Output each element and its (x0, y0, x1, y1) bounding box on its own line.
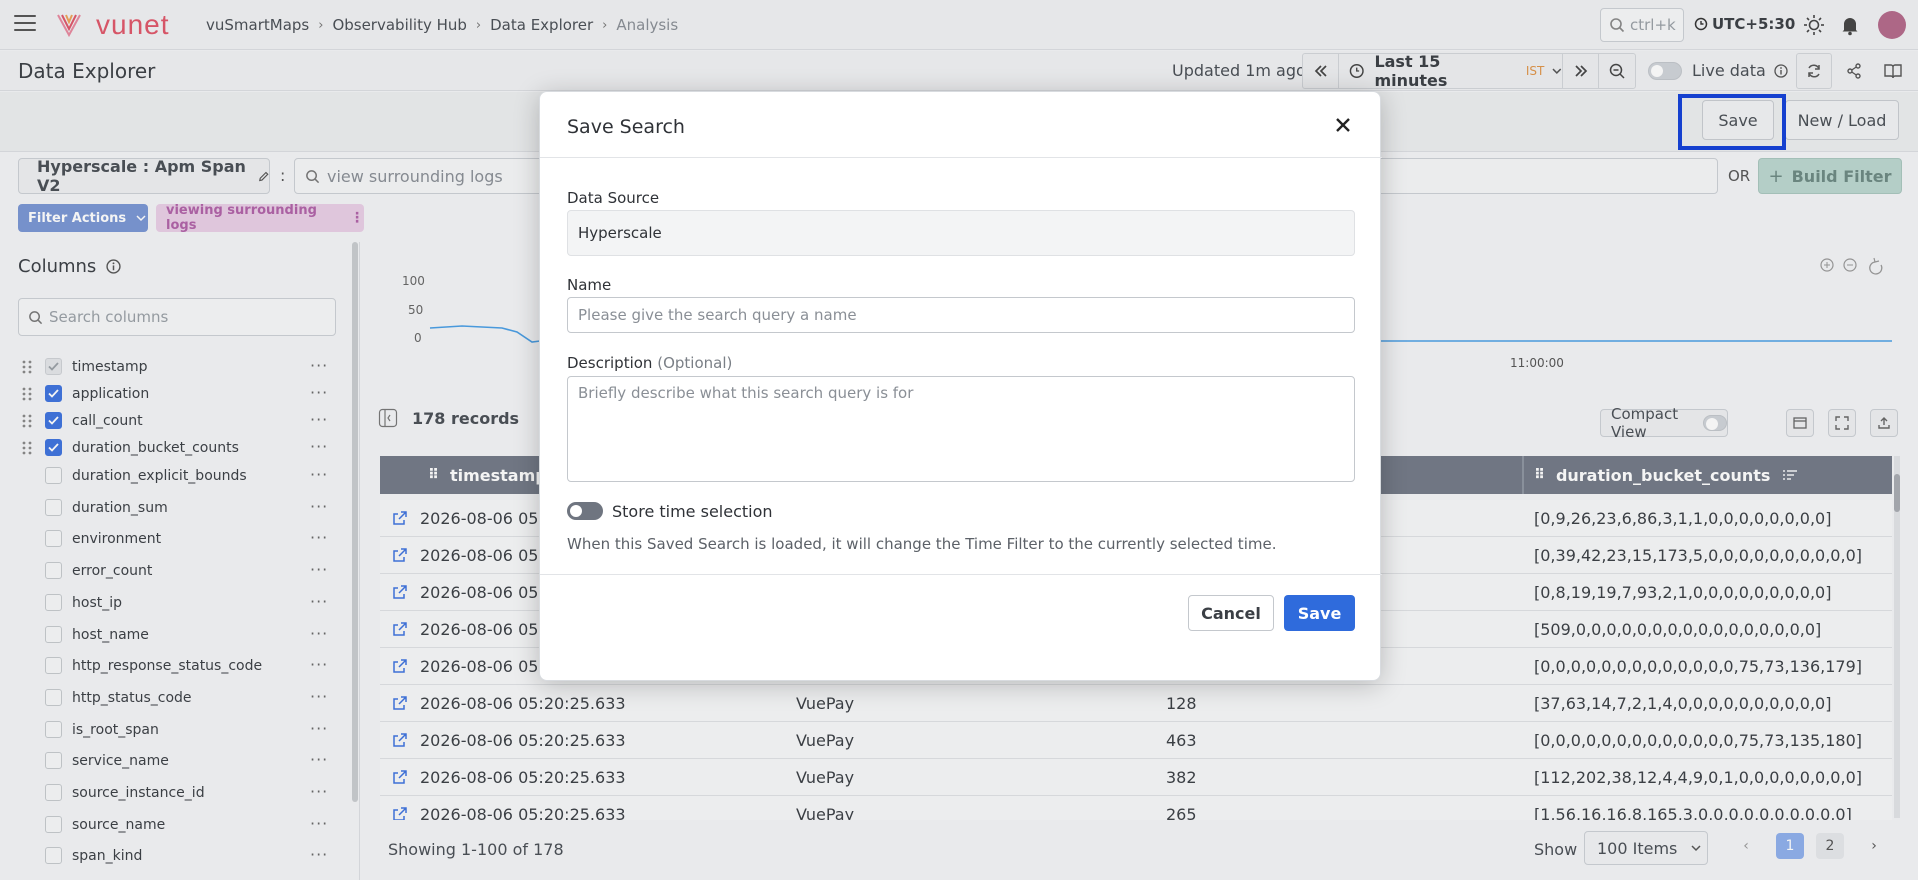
description-label: Description (Optional) (567, 354, 732, 372)
store-time-label: Store time selection (612, 502, 773, 521)
optional-hint: (Optional) (657, 354, 733, 372)
cancel-button[interactable]: Cancel (1188, 595, 1274, 631)
description-label-text: Description (567, 354, 653, 372)
dialog-title: Save Search (567, 116, 685, 138)
save-search-button[interactable]: Save (1284, 595, 1355, 631)
name-field[interactable] (567, 297, 1355, 333)
dialog-divider (540, 574, 1382, 575)
data-source-label: Data Source (567, 189, 660, 207)
save-search-dialog: Save Search Data Source Hyperscale Name … (539, 91, 1382, 681)
data-source-field: Hyperscale (567, 210, 1355, 256)
description-field[interactable] (567, 376, 1355, 482)
store-time-toggle[interactable] (567, 502, 603, 520)
name-label: Name (567, 276, 612, 294)
dialog-divider (540, 157, 1382, 158)
store-time-help: When this Saved Search is loaded, it wil… (567, 535, 1277, 553)
close-icon[interactable] (1332, 114, 1354, 136)
